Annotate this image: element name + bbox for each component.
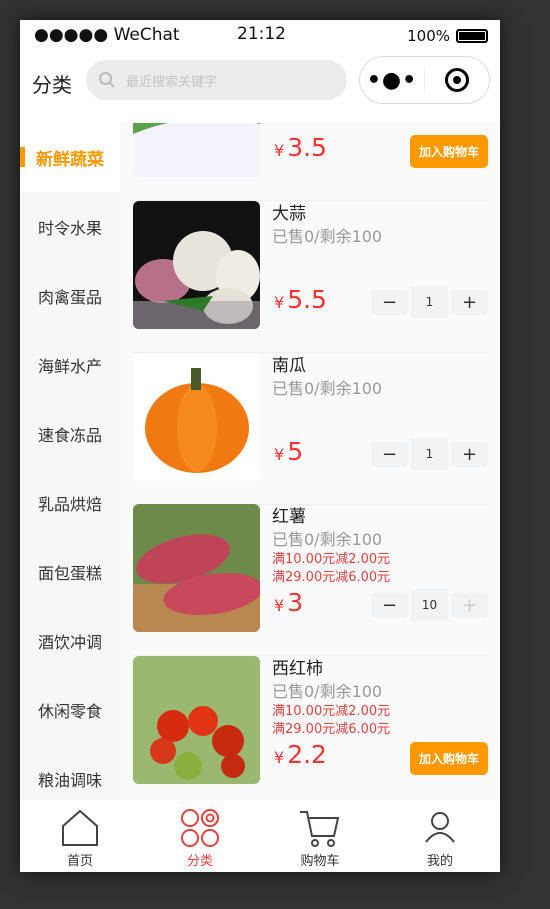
product-item[interactable]: 西红柿已售0/剩余100 满10.00元减2.00元 满29.00元减6.00元 ¥2… <box>133 656 488 800</box>
decrement-button[interactable]: − <box>371 289 408 315</box>
promo-text: 满10.00元减2.00元 <box>272 552 391 567</box>
product-price: ¥5.5 <box>274 285 327 314</box>
nav-bar: 分类 最近搜索关键字 •●• <box>20 56 500 106</box>
sidebar-item[interactable]: 休闲零食 <box>20 675 120 744</box>
promo-text: 满29.00元减6.00元 <box>272 570 391 585</box>
product-list: ¥3.5 加入购物车 大蒜 已售0/剩余100 ¥5.5−1 + 南瓜 已售0/剩余100 ¥5… <box>120 123 500 800</box>
phone-screen: ●●●●● WeChat 21:12 100% 分类 最近搜索关键字 •●• 新… <box>20 20 500 872</box>
sidebar-item[interactable]: 时令水果 <box>20 192 120 261</box>
product-name: 红薯 <box>272 507 306 527</box>
search-placeholder: 最近搜索关键字 <box>126 74 218 90</box>
tab-bar: 首页 分类 购物车 我的 <box>20 800 500 872</box>
cart-icon <box>300 811 340 847</box>
more-icon[interactable]: •●• <box>360 68 424 93</box>
product-price: ¥5 <box>274 437 304 466</box>
page-title: 分类 <box>32 73 72 97</box>
sidebar-item[interactable]: 乳品烘焙 <box>20 468 120 537</box>
quantity-stepper: −1 + <box>371 438 488 470</box>
quantity-stepper: −1 + <box>371 286 488 318</box>
tab-item[interactable]: 我的 <box>380 800 500 872</box>
decrement-button[interactable]: − <box>371 592 408 618</box>
product-image[interactable] <box>133 656 260 784</box>
tab-item[interactable]: 购物车 <box>260 800 380 872</box>
category-sidebar: 新鲜蔬菜 时令水果 肉禽蛋品 海鲜水产 速食冻品 乳品烘焙 面包蛋糕 酒饮冲调 休闲零食 粮油调味 <box>20 123 120 800</box>
quantity-value[interactable]: 1 <box>411 438 448 470</box>
search-icon <box>99 72 115 88</box>
product-item[interactable]: ¥3.5 加入购物车 <box>133 123 488 201</box>
tab-label: 分类 <box>186 854 213 869</box>
quantity-value[interactable]: 1 <box>411 286 448 318</box>
tab-label: 购物车 <box>300 854 340 869</box>
sidebar-item[interactable]: 肉禽蛋品 <box>20 261 120 330</box>
product-stock: 已售0/剩余100 <box>272 682 383 701</box>
tab-item[interactable]: 首页 <box>20 800 140 872</box>
quantity-stepper: −10 + <box>371 589 488 621</box>
product-image[interactable] <box>133 353 260 481</box>
tab-item[interactable]: 分类 <box>140 800 260 872</box>
capsule-menu: •●• <box>359 56 490 104</box>
add-to-cart-button[interactable]: 加入购物车 <box>409 135 488 168</box>
tab-label: 我的 <box>426 854 453 869</box>
promo-text: 满10.00元减2.00元 <box>272 704 391 719</box>
product-name: 西红柿 <box>272 659 323 679</box>
product-stock: 已售0/剩余100 <box>272 379 383 398</box>
product-image[interactable] <box>133 504 260 632</box>
close-target-icon[interactable] <box>425 67 489 93</box>
sidebar-item[interactable]: 酒饮冲调 <box>20 606 120 675</box>
increment-button[interactable]: + <box>451 592 488 618</box>
clock: 21:12 <box>237 24 286 44</box>
product-image[interactable] <box>133 123 260 177</box>
home-icon <box>62 809 98 846</box>
product-item[interactable]: 南瓜已售0/剩余100 ¥5 −1 + <box>133 353 488 505</box>
promo-text: 满29.00元减6.00元 <box>272 722 391 737</box>
battery-level: 100% <box>407 27 450 45</box>
tab-label: 首页 <box>66 854 93 869</box>
product-item[interactable]: 大蒜已售0/剩余100 ¥5.5 −1 + <box>133 201 488 353</box>
sidebar-item[interactable]: 速食冻品 <box>20 399 120 468</box>
battery-icon <box>456 29 488 43</box>
product-stock: 已售0/剩余100 <box>272 530 383 549</box>
decrement-button[interactable]: − <box>371 441 408 467</box>
increment-button[interactable]: + <box>451 441 488 467</box>
product-price: ¥3.5 <box>274 133 327 162</box>
user-icon <box>425 812 455 843</box>
product-image[interactable] <box>133 201 260 329</box>
sidebar-item[interactable]: 新鲜蔬菜 <box>20 123 120 192</box>
search-input[interactable]: 最近搜索关键字 <box>86 60 347 100</box>
product-name: 南瓜 <box>272 356 306 376</box>
product-item[interactable]: 红薯已售0/剩余100 满10.00元减2.00元 满29.00元减6.00元 ¥3 −… <box>133 504 488 656</box>
status-bar: ●●●●● WeChat 21:12 100% <box>20 20 500 52</box>
quantity-value[interactable]: 10 <box>411 589 448 621</box>
product-price: ¥2.2 <box>274 740 327 769</box>
sidebar-item[interactable]: 海鲜水产 <box>20 330 120 399</box>
product-name: 大蒜 <box>272 204 306 224</box>
carrier: ●●●●● WeChat <box>34 25 180 45</box>
add-to-cart-button[interactable]: 加入购物车 <box>409 742 488 775</box>
product-stock: 已售0/剩余100 <box>272 227 383 246</box>
sidebar-item[interactable]: 面包蛋糕 <box>20 537 120 606</box>
increment-button[interactable]: + <box>451 289 488 315</box>
category-icon <box>181 809 219 847</box>
product-price: ¥3 <box>274 588 304 617</box>
